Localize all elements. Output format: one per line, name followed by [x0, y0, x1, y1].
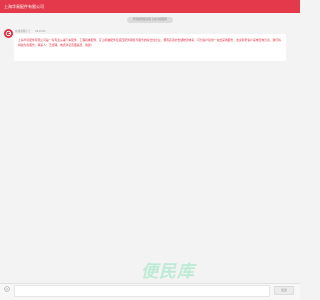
chat-header: 上海华易配件有限公司: [0, 0, 300, 13]
logo-icon: [5, 30, 12, 37]
message-input[interactable]: [14, 285, 270, 297]
message-time: 09:16:52: [35, 30, 46, 33]
message-bubble: 上海华易配件有限公司是一家专业从事汽车配件、工程机械配件、矿山机械配件及液压配件…: [14, 34, 286, 61]
message-text: 上海华易配件有限公司是一家专业从事汽车配件、工程机械配件、矿山机械配件及液压配件…: [18, 38, 281, 47]
emoji-icon[interactable]: [4, 286, 10, 292]
sender-name: 在线客服小王: [15, 30, 31, 33]
chat-title: 上海华易配件有限公司: [4, 4, 44, 9]
watermark-text: 便民库: [141, 262, 195, 282]
input-toolbar: 发送: [0, 283, 300, 300]
send-button[interactable]: 发送: [274, 286, 294, 295]
brand-watermark: 便民库: [120, 263, 216, 281]
service-notice: 华易配件提示您 正在为您服务: [127, 17, 173, 23]
